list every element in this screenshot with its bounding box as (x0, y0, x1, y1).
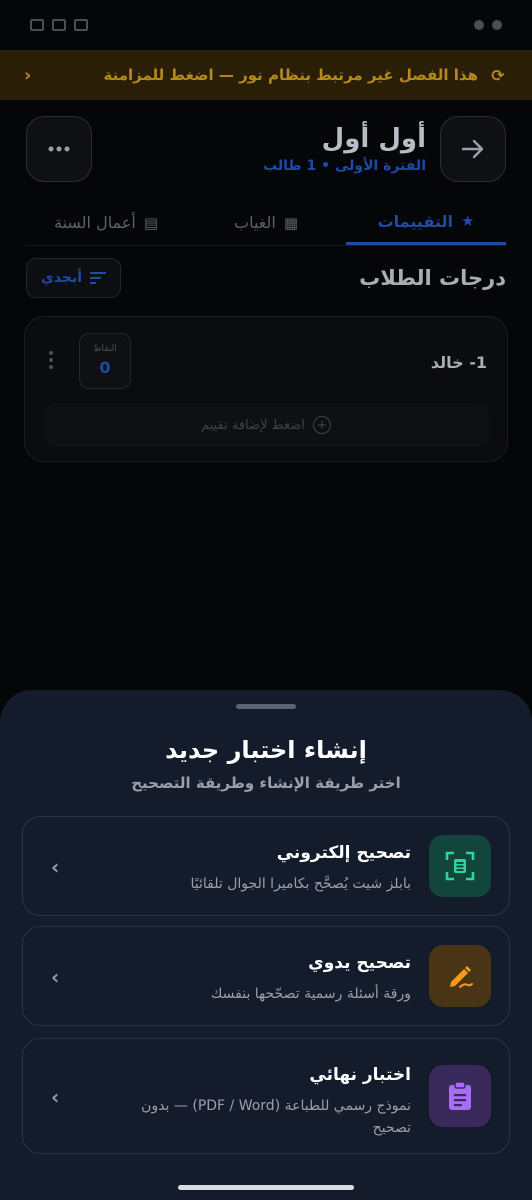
option-description: نموذج رسمي للطباعة (PDF / Word) — بدون ت… (141, 1098, 411, 1136)
sort-label: أبجدي (41, 270, 83, 286)
add-evaluation-button[interactable]: + اضغط لإضافة تقييم (43, 403, 489, 447)
notification-icon (74, 19, 88, 31)
points-box: النقاط 0 (79, 333, 131, 389)
sync-banner[interactable]: ⟳ هذا الفصل غير مرتبط بنظام نور — اضغط ل… (0, 50, 532, 100)
chevron-left-icon: ‹ (51, 1085, 60, 1109)
tab-bar: ★ التقييمات ▦ الغياب ▤ أعمال السنة (26, 200, 506, 246)
home-indicator[interactable] (178, 1185, 354, 1190)
tab-label: أعمال السنة (54, 213, 136, 232)
points-value: 0 (99, 358, 111, 377)
sort-button[interactable]: أبجدي (26, 258, 122, 298)
kebab-menu-icon[interactable] (49, 351, 53, 369)
notification-icon (52, 19, 66, 31)
chevron-left-icon: ‹ (51, 965, 60, 989)
bottom-sheet: إنشاء اختبار جديد اختر طريقة الإنشاء وطر… (0, 690, 532, 1200)
sync-banner-text: هذا الفصل غير مرتبط بنظام نور — اضغط للم… (103, 66, 478, 84)
student-name: 1- خالد (430, 353, 487, 372)
tab-label: الغياب (234, 213, 276, 232)
pen-icon (429, 945, 491, 1007)
option-final-exam[interactable]: اختبار نهائي نموذج رسمي للطباعة (PDF / W… (22, 1038, 510, 1154)
battery-icon (492, 20, 502, 30)
option-title: تصحيح إلكتروني (276, 843, 411, 863)
add-evaluation-label: اضغط لإضافة تقييم (201, 417, 305, 433)
title-block: أول أول الفترة الأولى • 1 طالب (92, 124, 440, 174)
more-dots-icon (48, 146, 70, 152)
tab-evaluations[interactable]: ★ التقييمات (346, 200, 506, 245)
student-card[interactable]: 1- خالد النقاط 0 + اضغط لإضافة تقييم (24, 316, 508, 462)
notification-icon (30, 19, 44, 31)
signal-icon (474, 20, 484, 30)
more-button[interactable] (26, 116, 92, 182)
option-description: ورقة أسئلة رسمية تصحّحها بنفسك (210, 986, 411, 1002)
chevron-left-icon: ‹ (24, 64, 32, 86)
section-header: أبجدي درجات الطلاب (26, 258, 506, 298)
option-manual-correction[interactable]: تصحيح يدوي ورقة أسئلة رسمية تصحّحها بنفس… (22, 926, 510, 1026)
star-icon: ★ (460, 212, 475, 230)
sheet-title: إنشاء اختبار جديد (165, 736, 367, 764)
class-title: أول أول (321, 124, 426, 154)
tab-absence[interactable]: ▦ الغياب (186, 200, 346, 245)
chevron-left-icon: ‹ (51, 855, 60, 879)
arrow-right-icon (461, 139, 484, 159)
sheet-subtitle: اختر طريقة الإنشاء وطريقة التصحيح (131, 774, 401, 792)
option-electronic-correction[interactable]: تصحيح إلكتروني بابلز شيت يُصحَّح بكاميرا… (22, 816, 510, 916)
sort-icon (90, 272, 107, 284)
sync-warning-icon: ⟳ (491, 65, 505, 85)
points-label: النقاط (93, 344, 117, 354)
status-icons-right (474, 20, 502, 30)
option-title: تصحيح يدوي (308, 953, 411, 973)
clipboard-icon: ▤ (143, 213, 159, 232)
clipboard-list-icon (429, 1065, 491, 1127)
status-bar (0, 0, 532, 50)
option-description: بابلز شيت يُصحَّح بكاميرا الجوال تلقائيً… (190, 876, 411, 892)
section-title: درجات الطلاب (359, 266, 506, 290)
option-title: اختبار نهائي (309, 1065, 411, 1085)
status-icons-left (30, 19, 88, 31)
sync-banner-text-wrap: ⟳ هذا الفصل غير مرتبط بنظام نور — اضغط ل… (104, 65, 508, 85)
tab-year-work[interactable]: ▤ أعمال السنة (26, 200, 186, 245)
plus-circle-icon: + (312, 416, 331, 434)
scan-icon (429, 835, 491, 897)
class-subtitle: الفترة الأولى • 1 طالب (263, 158, 426, 174)
class-header: أول أول الفترة الأولى • 1 طالب (26, 116, 506, 182)
calendar-x-icon: ▦ (283, 213, 298, 232)
back-button[interactable] (440, 116, 506, 182)
tab-label: التقييمات (377, 211, 453, 231)
sheet-handle[interactable] (236, 704, 296, 709)
